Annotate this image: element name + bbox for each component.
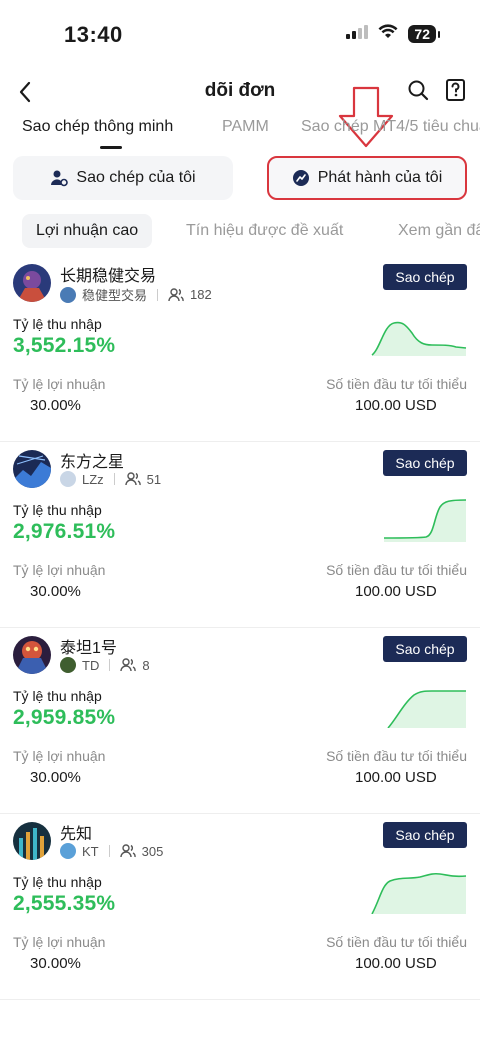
min-investment-label: Số tiền đầu tư tối thiểu bbox=[326, 376, 467, 392]
income-rate-value: 2,976.51% bbox=[13, 520, 116, 543]
trader-card[interactable]: 长期稳健交易 稳健型交易 182 Sao chép Tỷ lệ thu nhập… bbox=[0, 256, 480, 442]
status-bar: 13:40 72 bbox=[0, 0, 480, 70]
follower-count: 51 bbox=[146, 471, 162, 487]
filter-high-profit[interactable]: Lợi nhuận cao bbox=[22, 214, 153, 248]
sparkline-chart bbox=[371, 872, 467, 914]
income-rate-label: Tỷ lệ thu nhập bbox=[13, 502, 102, 518]
avatar bbox=[13, 822, 51, 860]
trader-name: 长期稳健交易 bbox=[60, 268, 157, 285]
copy-button[interactable]: Sao chép bbox=[383, 636, 467, 662]
divider bbox=[109, 659, 111, 671]
status-icons: 72 bbox=[346, 24, 440, 44]
tab-mt-copy[interactable]: Sao chép MT4/5 tiêu chuẩn bbox=[301, 118, 480, 136]
divider bbox=[108, 845, 110, 857]
avatar bbox=[13, 450, 51, 488]
divider bbox=[113, 473, 115, 485]
trader-name: 东方之星 bbox=[60, 454, 125, 471]
profit-rate-label: Tỷ lệ lợi nhuận bbox=[13, 748, 106, 764]
nav-actions bbox=[406, 78, 468, 102]
user-gear-icon bbox=[51, 170, 69, 187]
sparkline-chart bbox=[387, 690, 466, 728]
follower-count: 305 bbox=[141, 843, 164, 859]
follower-count: 182 bbox=[190, 287, 212, 302]
my-copy-label: Sao chép của tôi bbox=[76, 169, 196, 186]
battery-icon: 72 bbox=[408, 25, 440, 43]
help-icon[interactable] bbox=[444, 78, 468, 102]
wifi-icon bbox=[378, 24, 398, 44]
provider-avatar bbox=[60, 471, 76, 487]
min-investment-label: Số tiền đầu tư tối thiểu bbox=[326, 934, 467, 950]
profit-rate-value: 30.00% bbox=[30, 583, 81, 600]
status-time: 13:40 bbox=[64, 22, 123, 47]
main-tabs: Sao chép thông minh PAMM Sao chép MT4/5 … bbox=[0, 118, 480, 152]
trader-card[interactable]: 东方之星 LZz 51 Sao chép Tỷ lệ thu nhập 2,97… bbox=[0, 442, 480, 628]
trader-card[interactable]: 先知 KT 305 Sao chép Tỷ lệ thu nhập 2,555.… bbox=[0, 814, 480, 1000]
copy-button[interactable]: Sao chép bbox=[383, 450, 467, 476]
profit-rate-value: 30.00% bbox=[30, 397, 81, 414]
followers-icon bbox=[120, 658, 137, 672]
followers-icon bbox=[119, 844, 136, 858]
profit-rate-value: 30.00% bbox=[30, 955, 81, 972]
nav-bar: dõi đơn bbox=[0, 72, 480, 112]
provider-name: 稳健型交易 bbox=[82, 288, 148, 303]
min-investment-value: 100.00 USD bbox=[355, 397, 437, 414]
my-release-button[interactable]: Phát hành của tôi bbox=[267, 156, 467, 200]
search-icon[interactable] bbox=[406, 78, 430, 102]
trader-meta: LZz 51 bbox=[60, 471, 161, 487]
copy-button[interactable]: Sao chép bbox=[383, 822, 467, 848]
min-investment-label: Số tiền đầu tư tối thiểu bbox=[326, 562, 467, 578]
follower-count: 8 bbox=[142, 657, 150, 673]
income-rate-value: 2,555.35% bbox=[13, 892, 116, 915]
trader-name: 先知 bbox=[60, 826, 93, 843]
min-investment-value: 100.00 USD bbox=[355, 583, 437, 600]
provider-avatar bbox=[60, 657, 76, 673]
signal-icon bbox=[346, 24, 369, 44]
trader-meta: TD 8 bbox=[60, 657, 150, 673]
filter-recommended[interactable]: Tín hiệu được đề xuất bbox=[186, 214, 343, 248]
sparkline-chart bbox=[371, 321, 467, 356]
income-rate-value: 2,959.85% bbox=[13, 706, 116, 729]
income-rate-value: 3,552.15% bbox=[13, 334, 116, 357]
profit-rate-label: Tỷ lệ lợi nhuận bbox=[13, 376, 106, 392]
provider-avatar bbox=[60, 286, 76, 303]
copy-button[interactable]: Sao chép bbox=[383, 264, 467, 290]
release-icon bbox=[292, 170, 309, 186]
divider bbox=[157, 288, 159, 301]
profit-rate-value: 30.00% bbox=[30, 769, 81, 786]
segment-buttons: Sao chép của tôi Phát hành của tôi bbox=[13, 156, 467, 200]
active-tab-indicator bbox=[100, 146, 122, 149]
followers-icon bbox=[124, 472, 141, 486]
avatar bbox=[13, 636, 51, 674]
provider-avatar bbox=[60, 843, 76, 859]
min-investment-label: Số tiền đầu tư tối thiểu bbox=[326, 748, 467, 764]
my-copy-button[interactable]: Sao chép của tôi bbox=[13, 156, 233, 200]
income-rate-label: Tỷ lệ thu nhập bbox=[13, 874, 102, 890]
provider-name: LZz bbox=[82, 471, 104, 487]
profit-rate-label: Tỷ lệ lợi nhuận bbox=[13, 562, 106, 578]
min-investment-value: 100.00 USD bbox=[355, 955, 437, 972]
trader-card[interactable]: 泰坦1号 TD 8 Sao chép Tỷ lệ thu nhập 2,959.… bbox=[0, 628, 480, 814]
provider-name: TD bbox=[82, 657, 100, 673]
tab-pamm[interactable]: PAMM bbox=[222, 118, 269, 136]
provider-name: KT bbox=[82, 843, 99, 859]
sparkline-chart bbox=[383, 499, 467, 542]
profit-rate-label: Tỷ lệ lợi nhuận bbox=[13, 934, 106, 950]
income-rate-label: Tỷ lệ thu nhập bbox=[13, 316, 102, 332]
income-rate-label: Tỷ lệ thu nhập bbox=[13, 688, 102, 704]
trader-meta: KT 305 bbox=[60, 843, 163, 859]
trader-meta: 稳健型交易 182 bbox=[60, 285, 212, 304]
followers-icon bbox=[168, 287, 184, 301]
filter-tabs: Lợi nhuận cao Tín hiệu được đề xuất Xem … bbox=[0, 214, 480, 250]
my-release-label: Phát hành của tôi bbox=[317, 169, 443, 186]
trader-name: 泰坦1号 bbox=[60, 640, 117, 657]
avatar bbox=[13, 264, 51, 302]
filter-recent[interactable]: Xem gần đây bbox=[398, 214, 480, 248]
min-investment-value: 100.00 USD bbox=[355, 769, 437, 786]
tab-smart-copy[interactable]: Sao chép thông minh bbox=[22, 118, 173, 136]
